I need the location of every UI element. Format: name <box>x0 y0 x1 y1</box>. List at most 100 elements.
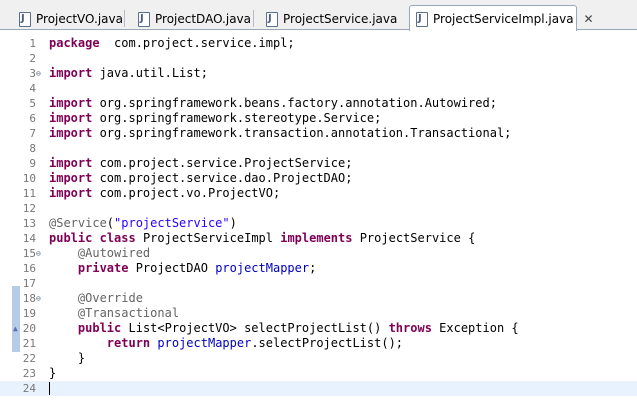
line-number: 19 <box>22 307 36 320</box>
code-token: ) <box>229 216 237 230</box>
line-number: 7 <box>29 127 36 140</box>
code-token: } <box>49 351 86 365</box>
code-editor[interactable]: 1 package com.project.service.impl; 2 3 ⊖ imp… <box>0 31 637 404</box>
line-number: 3 <box>29 67 36 80</box>
code-line[interactable]: 21 return projectMapper.selectProjectLis… <box>0 336 637 351</box>
code-text: } <box>49 366 56 381</box>
tab-separator <box>253 10 254 27</box>
keyword-token: import <box>49 111 93 125</box>
java-file-icon: J <box>266 11 278 27</box>
code-text: import org.springframework.transaction.a… <box>49 126 511 141</box>
code-token: ProjectDAO <box>128 261 216 275</box>
code-text: return projectMapper.selectProjectList()… <box>49 336 403 351</box>
code-text: @Service("projectService") <box>49 216 237 231</box>
line-number: 13 <box>22 217 36 230</box>
annotation-token: @Autowired <box>77 246 151 260</box>
code-line[interactable]: 2 <box>0 51 637 66</box>
code-token: .selectProjectList(); <box>251 336 404 350</box>
code-text: import com.project.service.ProjectServic… <box>49 156 352 171</box>
code-line[interactable]: 4 <box>0 81 637 96</box>
tab-projectdao[interactable]: J ProjectDAO.java <box>132 7 254 30</box>
code-text: import com.project.service.dao.ProjectDA… <box>49 171 352 186</box>
editor-tab-bar: J ProjectVO.java J ProjectDAO.java J Pro… <box>0 0 637 31</box>
code-line[interactable]: 3 ⊖ import java.util.List; <box>0 66 637 81</box>
code-line[interactable]: 10 import com.project.service.dao.Project… <box>0 171 637 186</box>
code-line[interactable]: 6 import org.springframework.stereotype.S… <box>0 111 637 126</box>
code-line[interactable]: 12 <box>0 201 637 216</box>
code-text: import org.springframework.beans.factory… <box>49 96 497 111</box>
code-line[interactable]: 15 ⊖ @Autowired <box>0 246 637 261</box>
tab-separator <box>124 10 125 27</box>
line-number: 6 <box>29 112 36 125</box>
code-token: com.project.service.ProjectService; <box>92 156 353 170</box>
annotation-token: @Override <box>77 291 143 305</box>
code-token: List<ProjectVO> selectProjectList() <box>121 321 389 335</box>
code-token: } <box>49 366 57 380</box>
line-number: 5 <box>29 97 36 110</box>
code-line[interactable]: 13 @Service("projectService") <box>0 216 637 231</box>
override-marker-icon[interactable]: ▲ <box>13 321 18 336</box>
java-file-icon: J <box>138 11 150 27</box>
code-token: org.springframework.stereotype.Service; <box>92 111 382 125</box>
code-token: ProjectService { <box>352 231 476 245</box>
close-tab-icon[interactable]: ✕ <box>584 13 594 25</box>
code-line[interactable]: 7 import org.springframework.transaction.… <box>0 126 637 141</box>
keyword-token: class <box>99 231 136 245</box>
line-number: 24 <box>22 382 36 395</box>
line-number: 16 <box>22 262 36 275</box>
code-line[interactable]: 9 import com.project.service.ProjectServi… <box>0 156 637 171</box>
code-token: com.project.vo.ProjectVO; <box>92 186 281 200</box>
code-token: com.project.service.impl; <box>99 36 295 50</box>
line-number: 1 <box>29 37 36 50</box>
java-file-icon: J <box>19 11 31 27</box>
code-line[interactable]: 14 public class ProjectServiceImpl implem… <box>0 231 637 246</box>
keyword-token: throws <box>388 321 432 335</box>
tab-projectvo[interactable]: J ProjectVO.java <box>13 7 125 30</box>
keyword-token: public <box>49 231 93 245</box>
code-line[interactable]: 24 <box>0 381 637 396</box>
code-line[interactable]: 1 package com.project.service.impl; <box>0 36 637 51</box>
keyword-token: import <box>49 66 93 80</box>
line-number: 14 <box>22 232 36 245</box>
code-text: } <box>49 351 85 366</box>
code-token: ProjectServiceImpl <box>135 231 281 245</box>
tab-projectserviceimpl[interactable]: J ProjectServiceImpl.java ✕ <box>409 5 594 31</box>
code-line[interactable]: 17 <box>0 276 637 291</box>
line-number: 4 <box>29 82 36 95</box>
tab-label: ProjectDAO.java <box>155 11 251 26</box>
code-text: private ProjectDAO projectMapper; <box>49 261 316 276</box>
line-number: 15 <box>22 247 36 260</box>
code-line[interactable]: 22 } <box>0 351 637 366</box>
code-token: java.util.List; <box>92 66 208 80</box>
keyword-token: import <box>49 156 93 170</box>
code-line[interactable]: 16 private ProjectDAO projectMapper; <box>0 261 637 276</box>
line-number: 8 <box>29 142 36 155</box>
code-line[interactable]: 20 ▲ public List<ProjectVO> selectProject… <box>0 321 637 336</box>
annotation-token: @Service <box>49 216 107 230</box>
code-line[interactable]: 11 import com.project.vo.ProjectVO; <box>0 186 637 201</box>
line-number: 10 <box>22 172 36 185</box>
code-text: @Autowired <box>49 246 150 261</box>
line-number: 9 <box>29 157 36 170</box>
code-text: public class ProjectServiceImpl implemen… <box>49 231 475 246</box>
code-line[interactable]: 18 ⊖ @Override <box>0 291 637 306</box>
code-line[interactable]: 5 import org.springframework.beans.factor… <box>0 96 637 111</box>
keyword-token: import <box>49 186 93 200</box>
fold-toggle-icon[interactable]: ⊖ <box>36 66 41 81</box>
java-file-icon: J <box>416 11 428 27</box>
code-line[interactable]: 23} <box>0 366 637 381</box>
fold-toggle-icon[interactable]: ⊖ <box>36 246 41 261</box>
line-number: 2 <box>29 52 36 65</box>
field-token: projectMapper <box>215 261 310 275</box>
tab-label: ProjectServiceImpl.java <box>433 11 574 26</box>
fold-toggle-icon[interactable]: ⊖ <box>36 291 41 306</box>
keyword-token: public <box>77 321 122 335</box>
code-lines: 1 package com.project.service.impl; 2 3 ⊖ imp… <box>0 36 637 396</box>
code-text: @Transactional <box>49 306 179 321</box>
code-line[interactable]: 8 <box>0 141 637 156</box>
tab-projectservice[interactable]: J ProjectService.java <box>260 7 400 30</box>
code-line[interactable]: 19 @Transactional <box>0 306 637 321</box>
